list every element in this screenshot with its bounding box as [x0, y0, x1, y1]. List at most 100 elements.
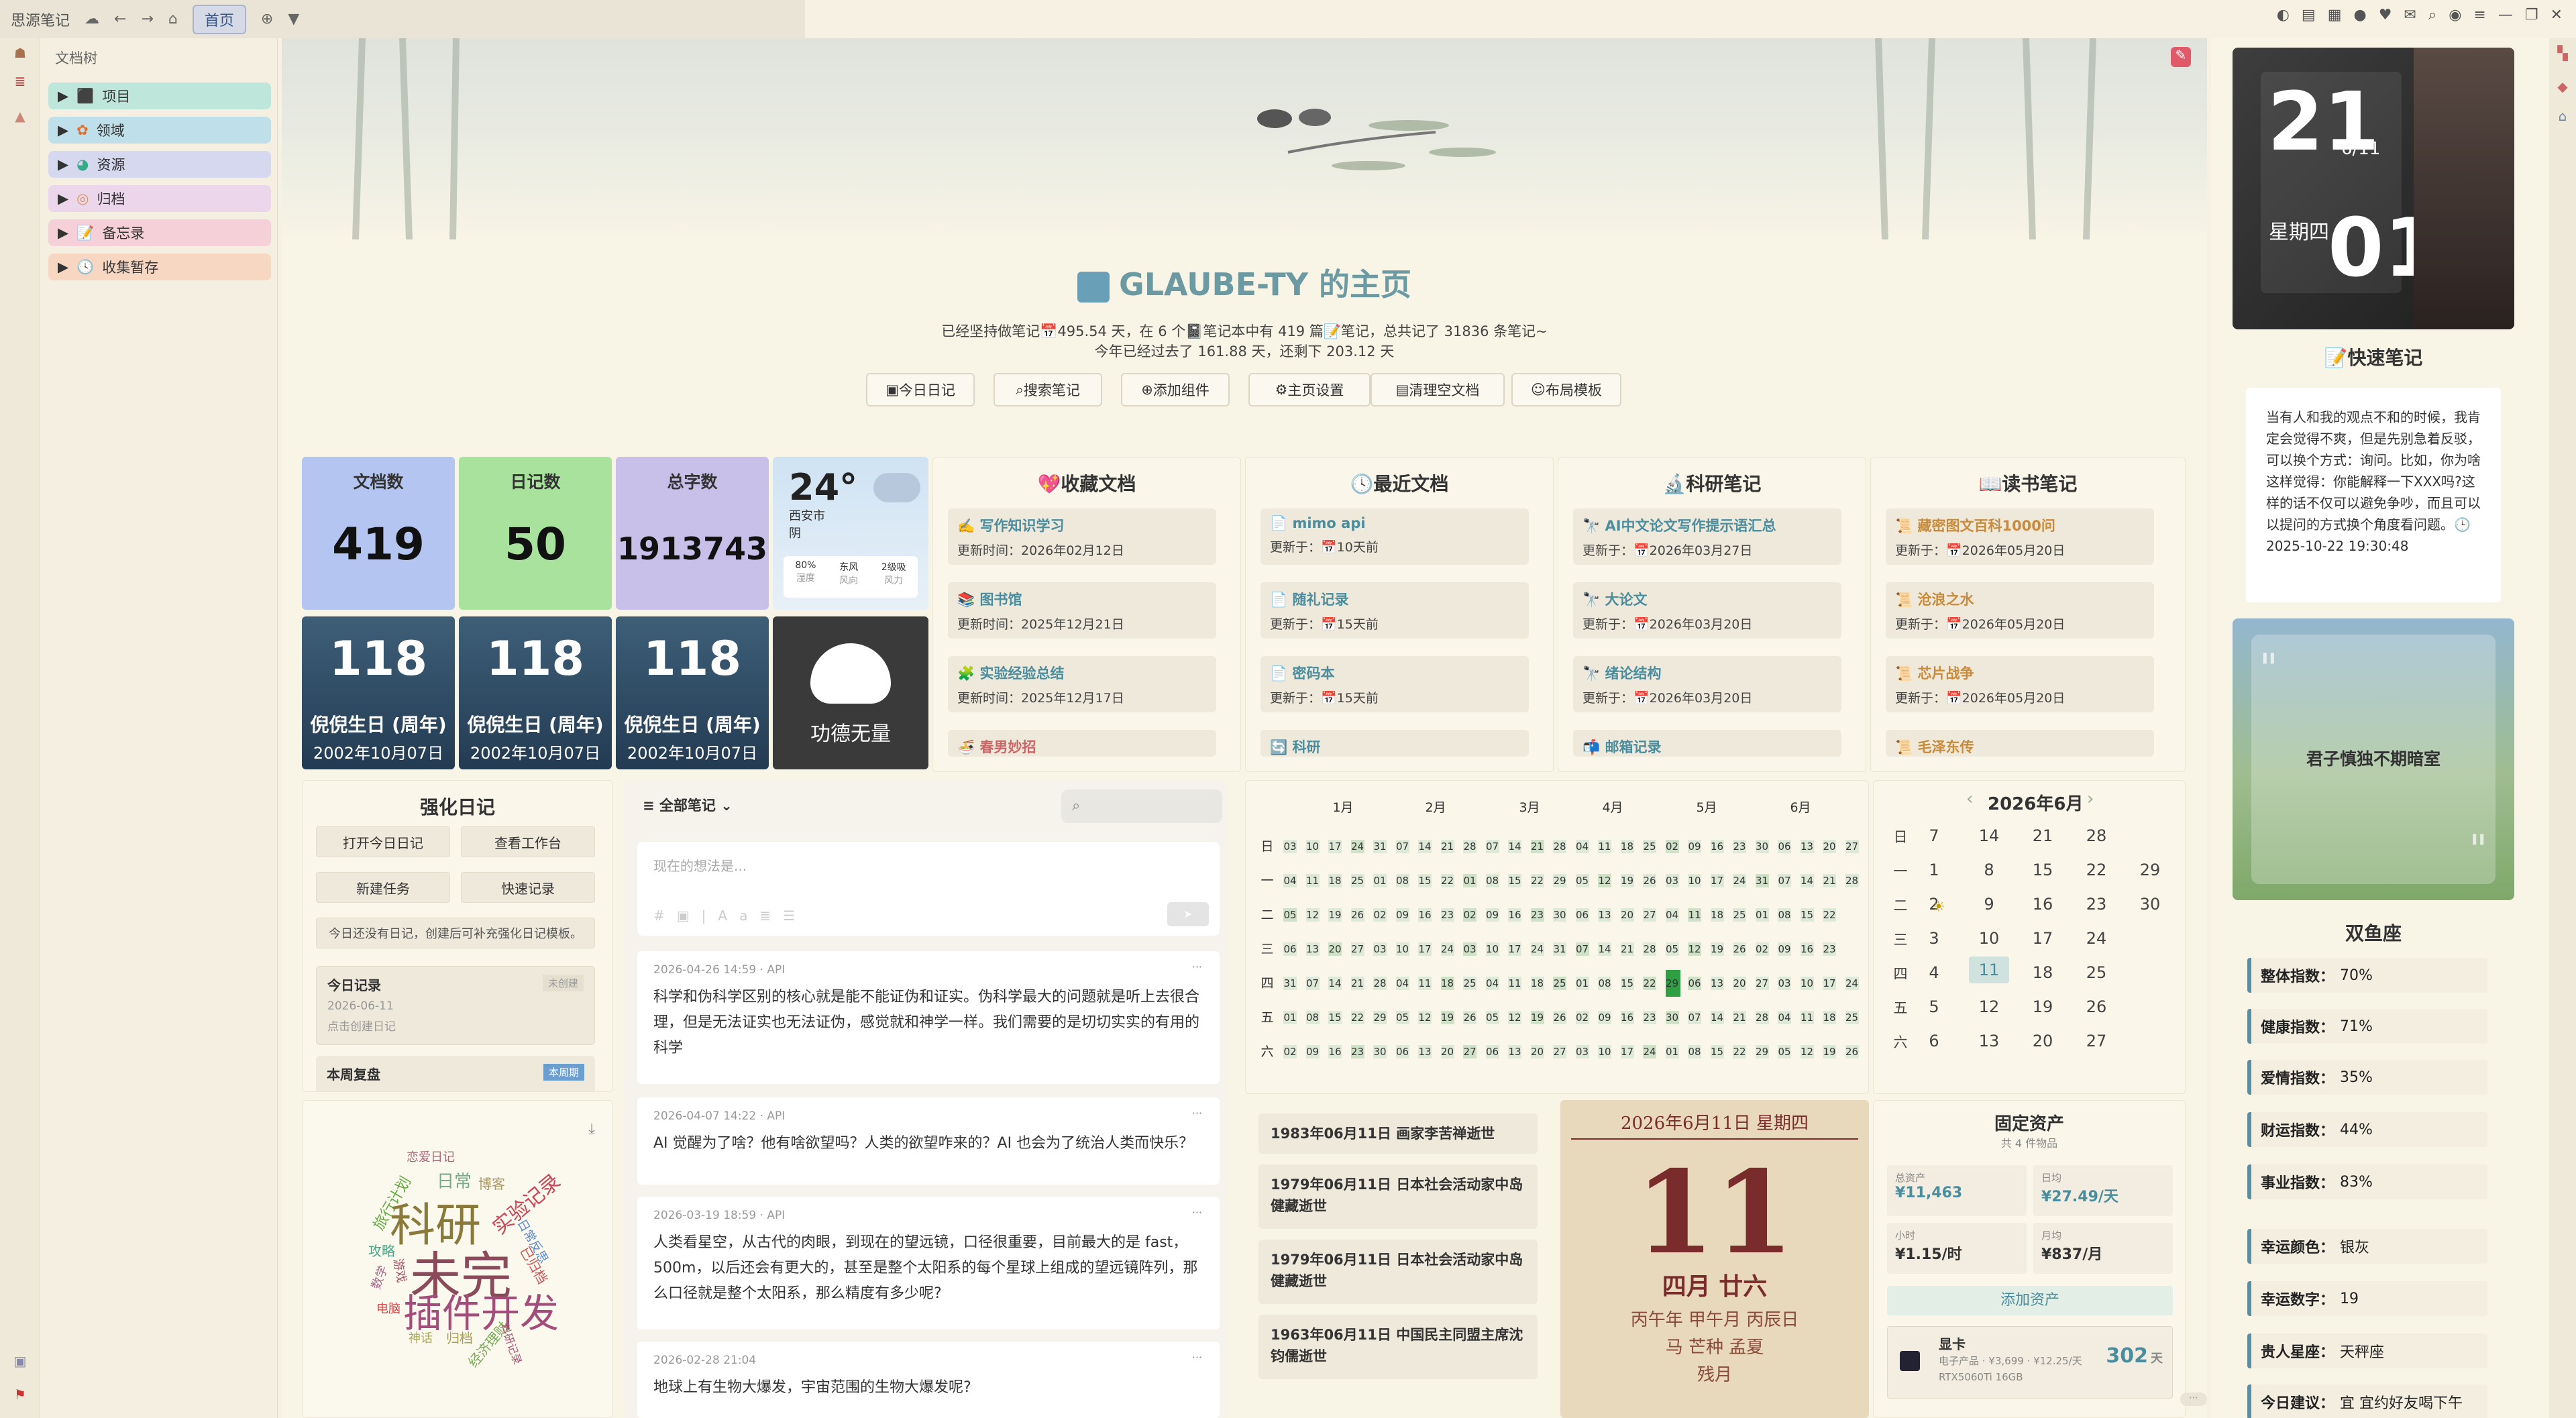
bookmark-icon[interactable]: ▲	[12, 108, 28, 124]
memo-toolbar[interactable]: #▣|Aa≣☰	[653, 908, 807, 924]
sidebar-item-area[interactable]: ▶ ✿ 领域	[48, 117, 271, 144]
github-icon[interactable]: ●	[2353, 7, 2366, 23]
search-notes-button[interactable]: ⌕ 搜索笔记	[994, 373, 1102, 406]
asset-item[interactable]: 显卡 电子产品 · ¥3,699 · ¥12.25/天 RTX5060Ti 16…	[1887, 1326, 2173, 1399]
history-event[interactable]: 1979年06月11日 日本社会活动家中岛健藏逝世	[1258, 1240, 1538, 1304]
list-item[interactable]: 📜 芯片战争 更新于：📅2026年05月20日	[1886, 656, 2154, 712]
calendar-day[interactable]: 22	[2076, 861, 2116, 879]
more-icon[interactable]: ···	[1192, 1206, 1202, 1219]
history-event[interactable]: 1983年06月11日 画家李苦禅逝世	[1258, 1113, 1538, 1154]
heart-icon[interactable]: ♥	[2379, 7, 2392, 23]
calendar-day[interactable]: 30	[2130, 895, 2170, 914]
calendar-day[interactable]: 10	[1969, 929, 2009, 948]
memo-search-input[interactable]: ⌕	[1061, 789, 1222, 823]
forward-icon[interactable]: →	[141, 11, 153, 28]
minimize-icon[interactable]: —	[2498, 7, 2513, 23]
history-event[interactable]: 1979年06月11日 日本社会活动家中岛健藏逝世	[1258, 1164, 1538, 1229]
calendar-day[interactable]: 28	[2076, 826, 2116, 845]
calendar-day[interactable]: 25	[2076, 963, 2116, 982]
prev-month-icon[interactable]: ‹	[1966, 789, 1973, 809]
memo-post[interactable]: 2026-04-26 14:59 · API 科学和伪科学区别的核心就是能不能证伪…	[637, 951, 1220, 1084]
layout-template-button[interactable]: ☺ 布局模板	[1511, 373, 1621, 406]
list-item[interactable]: 📜 毛泽东传	[1886, 730, 2154, 757]
calendar-day[interactable]: 9	[1969, 895, 2009, 914]
add-widget-button[interactable]: ⊕ 添加组件	[1121, 373, 1230, 406]
list-item[interactable]: 🔄 科研	[1260, 730, 1529, 757]
filetree-icon[interactable]: ☗	[12, 45, 28, 61]
cloud-icon[interactable]: ☁	[85, 11, 99, 28]
calendar-day[interactable]: 5	[1914, 997, 1954, 1016]
home-icon[interactable]: ⌂	[168, 11, 178, 28]
view-workbench-button[interactable]: 查看工作台	[461, 826, 595, 857]
scroll-handle[interactable]: ⋯	[2180, 1393, 2207, 1406]
plugin-icon[interactable]: ◐	[2277, 7, 2290, 23]
calendar-day[interactable]: 26	[2076, 997, 2116, 1016]
list-item[interactable]: 📜 沧浪之水 更新于：📅2026年05月20日	[1886, 582, 2154, 639]
dock-icon-1[interactable]: ▚	[2555, 45, 2571, 61]
more-icon[interactable]: ···	[1192, 961, 1202, 973]
list-item[interactable]: 🔭 AI中文论文写作提示语汇总 更新于：📅2026年03月27日	[1573, 508, 1841, 565]
chevron-down-icon[interactable]: ▼	[288, 11, 299, 28]
sidebar-item-resource[interactable]: ▶ ◕ 资源	[48, 151, 271, 178]
memo-input[interactable]: 现在的想法是...	[637, 842, 1220, 888]
dock-icon-2[interactable]: ◆	[2555, 78, 2571, 95]
calendar-day[interactable]: 23	[2076, 895, 2116, 914]
calendar-day[interactable]: 8	[1969, 861, 2009, 879]
calendar-day[interactable]: 4	[1914, 963, 1954, 982]
today-record-card[interactable]: 今日记录 未创建 2026-06-11 点击创建日记	[316, 966, 595, 1045]
sidebar-item-inbox[interactable]: ▶ 🕓 收集暂存	[48, 254, 271, 280]
calendar-day[interactable]: 14	[1969, 826, 2009, 845]
list-item[interactable]: 📄 mimo api 更新于：📅10天前	[1260, 508, 1529, 565]
list-item[interactable]: 🍜 春男妙招	[948, 730, 1216, 757]
list-item[interactable]: ✍️ 写作知识学习 更新时间：2026年02月12日	[948, 508, 1216, 565]
calendar-day[interactable]: 11	[1969, 957, 2009, 983]
doc-icon[interactable]: ▦	[2328, 7, 2342, 23]
memo-post[interactable]: 2026-02-28 21:04 地球上有生物大爆发，宇宙范围的生物大爆发呢? ··…	[637, 1342, 1220, 1418]
calendar-day[interactable]: 12	[1969, 997, 2009, 1016]
memo-post[interactable]: 2026-03-19 18:59 · API 人类看星空，从古代的肉眼，到现在的望…	[637, 1197, 1220, 1329]
today-diary-button[interactable]: ▣ 今日日记	[866, 373, 975, 406]
quick-record-button[interactable]: 快速记录	[461, 872, 595, 903]
list-item[interactable]: 📜 藏密图文百科1000问 更新于：📅2026年05月20日	[1886, 508, 2154, 565]
list-item[interactable]: 📄 随礼记录 更新于：📅15天前	[1260, 582, 1529, 639]
tab-home[interactable]: 首页	[192, 4, 246, 34]
close-icon[interactable]: ✕	[2551, 7, 2563, 23]
restore-icon[interactable]: ❐	[2525, 7, 2538, 23]
send-button[interactable]: ➤	[1167, 902, 1209, 926]
open-today-diary-button[interactable]: 打开今日日记	[316, 826, 450, 857]
next-month-icon[interactable]: ›	[2087, 789, 2094, 809]
list-item[interactable]: 📬 邮箱记录	[1573, 730, 1841, 757]
calendar-day[interactable]: 15	[2023, 861, 2063, 879]
calendar-day[interactable]: 1	[1914, 861, 1954, 879]
history-event[interactable]: 1963年06月11日 中国民主同盟主席沈钧儒逝世	[1258, 1315, 1538, 1379]
clean-empty-docs-button[interactable]: ▤ 清理空文档	[1371, 373, 1505, 406]
calendar-day[interactable]: 16	[2023, 895, 2063, 914]
sidebar-item-memo[interactable]: ▶ 📝 备忘录	[48, 219, 271, 246]
list-item[interactable]: 🧩 实验经验总结 更新时间：2025年12月17日	[948, 656, 1216, 712]
calendar-day[interactable]: 6	[1914, 1032, 1954, 1050]
memo-post[interactable]: 2026-04-07 14:22 · API AI 觉醒为了啥？他有啥欲望吗？人类…	[637, 1097, 1220, 1185]
calendar-day[interactable]: 13	[1969, 1032, 2009, 1050]
calendar-day[interactable]: 20	[2023, 1032, 2063, 1050]
outline-icon[interactable]: ≣	[12, 73, 28, 89]
mail-icon[interactable]: ✉	[2404, 7, 2416, 23]
book-icon[interactable]: ▤	[2302, 7, 2316, 23]
edit-icon[interactable]: ✎	[2171, 47, 2191, 67]
list-item[interactable]: 📚 图书馆 更新时间：2025年12月21日	[948, 582, 1216, 639]
memo-filter-dropdown[interactable]: ≡ 全部笔记 ⌄	[643, 795, 733, 815]
new-task-button[interactable]: 新建任务	[316, 872, 450, 903]
calendar-day[interactable]: 24	[2076, 929, 2116, 948]
dock-icon-3[interactable]: ⌂	[2555, 108, 2571, 124]
avatar-icon[interactable]: ◉	[2449, 7, 2461, 23]
menu-icon[interactable]: ≡	[2473, 7, 2485, 23]
add-asset-button[interactable]: 添加资产	[1887, 1286, 2173, 1315]
list-item[interactable]: 🔭 绪论结构 更新于：📅2026年03月20日	[1573, 656, 1841, 712]
flag-icon[interactable]: ⚑	[12, 1386, 28, 1403]
quick-note-text[interactable]: 当有人和我的观点不和的时候，我肯定会觉得不爽，但是先别急着反驳，可以换个方式：询…	[2246, 388, 2501, 602]
calendar-day[interactable]: 7	[1914, 826, 1954, 845]
list-item[interactable]: 📄 密码本 更新于：📅15天前	[1260, 656, 1529, 712]
calendar-day[interactable]: 19	[2023, 997, 2063, 1016]
calendar-day[interactable]: 17	[2023, 929, 2063, 948]
more-icon[interactable]: ···	[1192, 1107, 1202, 1120]
help-icon[interactable]: ▣	[12, 1353, 28, 1369]
